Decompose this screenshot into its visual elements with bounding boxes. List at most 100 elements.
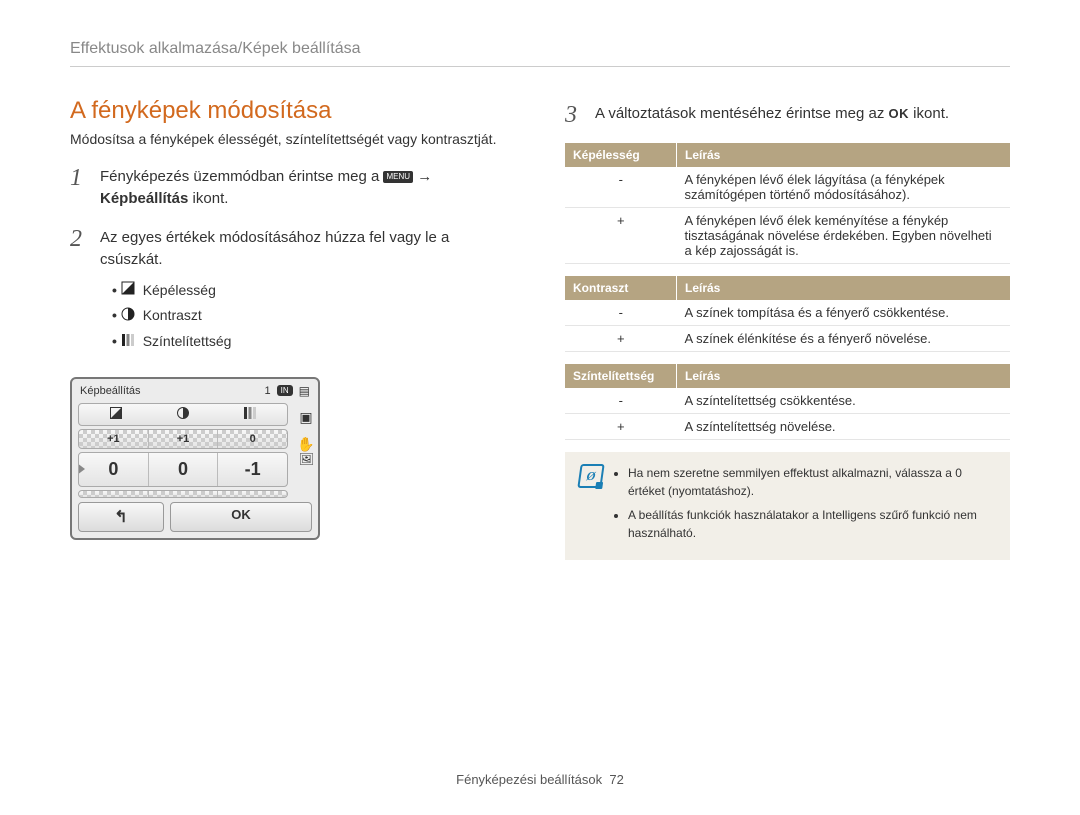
contrast-icon — [177, 407, 189, 422]
step-number: 2 — [70, 227, 88, 361]
saturation-icon — [244, 407, 256, 422]
list-item: Képélesség — [112, 280, 515, 302]
table-row: -A fényképen lévő élek lágyítása (a fény… — [565, 167, 1010, 208]
td-val: A fényképen lévő élek lágyítása (a fényk… — [677, 167, 1011, 208]
content-columns: A fényképek módosítása Módosítsa a fényk… — [70, 87, 1010, 560]
td-key: - — [565, 388, 677, 414]
intro-text: Módosítsa a fényképek élességét, színtel… — [70, 130, 515, 150]
shot-cell — [79, 491, 149, 497]
td-key: + — [565, 326, 677, 352]
footer: Fényképezési beállítások 72 — [0, 772, 1080, 787]
td-val: A fényképen lévő élek keményítése a fény… — [677, 208, 1011, 264]
menu-icon: MENU — [383, 171, 413, 183]
step-3: 3 A változtatások mentéséhez érintse meg… — [565, 103, 1010, 127]
shot-bottom-bar: ↰ OK — [78, 502, 312, 532]
shot-counter: 1 — [265, 385, 271, 397]
note-list: Ha nem szeretne semmilyen effektust alka… — [613, 464, 996, 548]
step-1: 1 Fényképezés üzemmódban érintse meg a M… — [70, 166, 515, 211]
bullet-label: Kontraszt — [143, 307, 202, 323]
table-row: +A fényképen lévő élek keményítése a fén… — [565, 208, 1010, 264]
breadcrumb: Effektusok alkalmazása/Képek beállítása — [70, 40, 1010, 67]
shot-cell: 0 — [218, 430, 287, 448]
contrast-icon — [121, 306, 135, 327]
sharpness-icon — [121, 280, 135, 301]
page: Effektusok alkalmazása/Képek beállítása … — [0, 0, 1080, 815]
step-2-body: Az egyes értékek módosításához húzza fel… — [100, 227, 515, 361]
step-number: 3 — [565, 103, 583, 127]
note-box: Ø Ha nem szeretne semmilyen effektust al… — [565, 452, 1010, 560]
td-key: + — [565, 414, 677, 440]
left-column: A fényképek módosítása Módosítsa a fényk… — [70, 87, 515, 560]
th-col1: Kontraszt — [565, 276, 677, 300]
td-val: A színtelítettség csökkentése. — [677, 388, 1011, 414]
step3-post: ikont. — [913, 105, 949, 122]
td-val: A színtelítettség növelése. — [677, 414, 1011, 440]
shot-cell: 0 — [149, 453, 219, 486]
step1-after: ikont. — [193, 190, 229, 207]
saturation-table: SzíntelítettségLeírás -A színtelítettség… — [565, 364, 1010, 440]
bullet-label: Színtelítettség — [143, 333, 232, 349]
shot-menu-icon: ▤ — [299, 384, 310, 398]
shot-ok-button: OK — [170, 502, 312, 532]
hand-icon: ✋ — [297, 436, 314, 453]
step-2-text: Az egyes értékek módosításához húzza fel… — [100, 229, 449, 269]
shot-row-active: 0 0 -1 — [78, 452, 288, 487]
shot-cell — [149, 491, 219, 497]
adjust-list: Képélesség Kontraszt Színtelítettség — [100, 280, 515, 353]
contrast-table: KontrasztLeírás -A színek tompítása és a… — [565, 276, 1010, 352]
sharpness-table: KépélességLeírás -A fényképen lévő élek … — [565, 143, 1010, 264]
step3-pre: A változtatások mentéséhez érintse meg a… — [595, 105, 889, 122]
shot-cell: +1 — [79, 430, 149, 448]
step-number: 1 — [70, 166, 88, 211]
saturation-icon — [121, 332, 135, 353]
shot-storage-icon: IN — [277, 385, 293, 396]
td-key: + — [565, 208, 677, 264]
td-key: - — [565, 300, 677, 326]
th-col1: Színtelítettség — [565, 364, 677, 388]
shot-side-icons: ▣ ✋ — [294, 403, 318, 453]
shot-column-icons — [78, 403, 288, 426]
step1-bold: Képbeállítás — [100, 190, 188, 207]
th-col2: Leírás — [677, 364, 1011, 388]
section-title: A fényképek módosítása — [70, 97, 515, 125]
note-icon: Ø — [577, 464, 604, 488]
shot-statusbar: Képbeállítás 1 IN ▤ — [72, 379, 318, 403]
th-col2: Leírás — [677, 143, 1011, 167]
th-col2: Leírás — [677, 276, 1011, 300]
table-row: -A színtelítettség csökkentése. — [565, 388, 1010, 414]
footer-page: 72 — [609, 772, 623, 787]
active-row-arrow-icon — [78, 463, 85, 475]
footer-label: Fényképezési beállítások — [456, 772, 602, 787]
mountain-icon: 🖼 — [299, 452, 314, 466]
note-item: Ha nem szeretne semmilyen effektust alka… — [628, 464, 996, 500]
table-row: +A színek élénkítése és a fényerő növelé… — [565, 326, 1010, 352]
step1-arrow: → — [417, 168, 432, 185]
td-val: A színek tompítása és a fényerő csökkent… — [677, 300, 1011, 326]
shot-back-button: ↰ — [78, 502, 164, 532]
step-2: 2 Az egyes értékek módosításához húzza f… — [70, 227, 515, 361]
td-val: A színek élénkítése és a fényerő növelés… — [677, 326, 1011, 352]
shot-cell: 0 — [79, 453, 149, 486]
shot-cell — [218, 491, 287, 497]
step1-pre: Fényképezés üzemmódban érintse meg a — [100, 168, 383, 185]
bullet-label: Képélesség — [143, 282, 216, 298]
shot-cell: +1 — [149, 430, 219, 448]
note-item: A beállítás funkciók használatakor a Int… — [628, 506, 996, 542]
td-key: - — [565, 167, 677, 208]
table-row: +A színtelítettség növelése. — [565, 414, 1010, 440]
ok-icon: OK — [889, 106, 910, 121]
step-3-body: A változtatások mentéséhez érintse meg a… — [595, 103, 949, 127]
camera-screenshot: Képbeállítás 1 IN ▤ +1 +1 — [70, 377, 320, 540]
shot-row-below — [78, 490, 288, 498]
th-col1: Képélesség — [565, 143, 677, 167]
flash-icon: ▣ — [299, 409, 312, 426]
sharpness-icon — [110, 407, 122, 422]
shot-body: +1 +1 0 0 0 -1 — [72, 403, 318, 498]
shot-cell: -1 — [218, 453, 287, 486]
step-1-body: Fényképezés üzemmódban érintse meg a MEN… — [100, 166, 432, 211]
table-row: -A színek tompítása és a fényerő csökken… — [565, 300, 1010, 326]
list-item: Színtelítettség — [112, 331, 515, 353]
right-column: 3 A változtatások mentéséhez érintse meg… — [565, 87, 1010, 560]
shot-title: Képbeállítás — [80, 385, 141, 397]
shot-row-above: +1 +1 0 — [78, 429, 288, 449]
